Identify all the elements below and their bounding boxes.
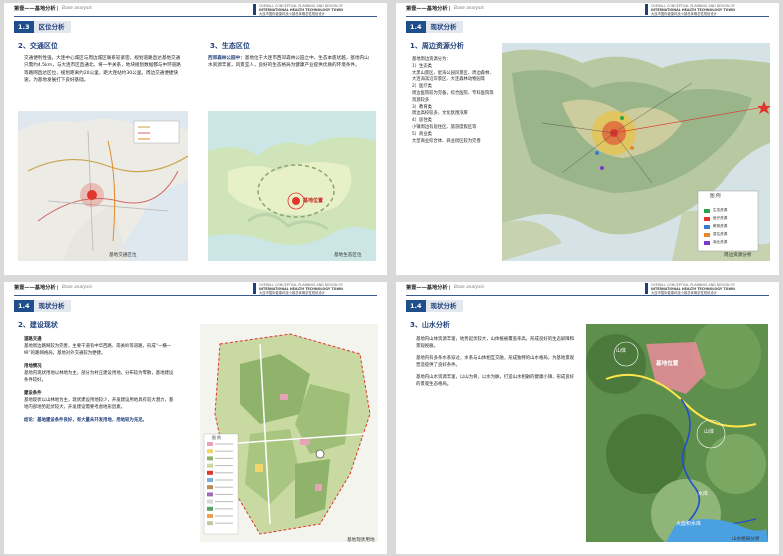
legend-swatch [207, 456, 213, 461]
page-landscape-analysis: 第壹——基地分析 Base analysis OVERALL CONCEPTUA… [396, 282, 779, 554]
eco-location-map: 基地位置 [208, 111, 376, 261]
legend-item: 生态资源 [713, 207, 728, 212]
section-tag: 1.4 现状分析 [406, 21, 463, 33]
legend-line [215, 501, 233, 503]
section-tag: 1.4 现状分析 [14, 300, 71, 312]
legend-swatch [207, 506, 213, 511]
label-mountain-2: 山体 [704, 429, 715, 435]
legend-line [215, 472, 233, 474]
legend-title: 图 例 [710, 194, 721, 199]
surrounding-resources-map: 图 例 生态资源 医疗资源 教育资源 居住资源 商业资源 [502, 43, 770, 261]
legend-line [215, 457, 233, 459]
legend-line [215, 443, 233, 445]
chapter-title-en: Base analysis [57, 5, 92, 11]
page-surrounding-resources: 第壹——基地分析 Base analysis OVERALL CONCEPTUA… [396, 3, 779, 275]
landscape-text: 基地内山体资源丰富，地势起伏较大，山体植被覆盖率高，形成良好的生态屏障和景观视廊… [416, 337, 575, 387]
page-header: 第壹——基地分析 Base analysis OVERALL CONCEPTUA… [396, 3, 779, 16]
section-tag: 1.4 现状分析 [406, 300, 463, 312]
chapter-title-en: Base analysis [449, 284, 484, 290]
project-bar [253, 4, 256, 15]
project-title: OVERALL CONCEPTUAL PLANNING AND DESIGN O… [645, 283, 769, 295]
legend-swatch [207, 463, 213, 468]
header-rule [406, 295, 769, 296]
chapter-title-en: Base analysis [57, 284, 92, 290]
header-rule [14, 16, 377, 17]
resources-map-svg [502, 43, 770, 261]
legend-line [215, 450, 233, 452]
eco-map-caption: 基地生态区位 [334, 253, 362, 258]
page-header: 第壹——基地分析 Base analysis OVERALL CONCEPTUA… [396, 282, 779, 295]
chapter-title: 第壹——基地分析 [14, 6, 56, 12]
land-use-map-caption: 基地现状用地 [347, 538, 375, 543]
resources-list: 基地周边资源分为： 1）生态类 大黑山景区、星海公园风景区、周边森林、大连海滨沿… [412, 57, 494, 144]
legend-swatch [207, 478, 213, 482]
traffic-heading: 2、交通区位 [18, 42, 58, 50]
legend-item: 商业资源 [713, 239, 728, 244]
landscape-map-svg [586, 324, 768, 542]
project-title: OVERALL CONCEPTUAL PLANNING AND DESIGN O… [253, 283, 377, 295]
legend-swatch [207, 442, 213, 446]
legend-line [215, 493, 233, 495]
chapter-title: 第壹——基地分析 [406, 6, 448, 12]
legend-item: 医疗资源 [713, 215, 728, 220]
site-marker-label: 基地位置 [303, 198, 324, 204]
legend-title: 图 例 [212, 435, 221, 440]
project-title: OVERALL CONCEPTUAL PLANNING AND DESIGN O… [253, 4, 377, 16]
page-header: 第壹——基地分析 Base analysis OVERALL CONCEPTUA… [4, 3, 387, 16]
legend-line [215, 486, 233, 488]
land-use-status-map: 图 例 [200, 324, 378, 542]
landscape-heading: 3、山水分析 [410, 321, 450, 329]
construction-summary: 结论：基地建设条件良好，有大量未开发用地，用地较为充足。 [24, 418, 147, 423]
legend-swatch [207, 485, 213, 490]
project-title: OVERALL CONCEPTUAL PLANNING AND DESIGN O… [645, 4, 769, 16]
legend-swatch [207, 514, 213, 518]
traffic-map-svg [18, 111, 188, 261]
page-construction-status: 第壹——基地分析 Base analysis OVERALL CONCEPTUA… [4, 282, 387, 554]
legend-line [215, 522, 233, 524]
legend-line [215, 515, 233, 517]
legend-swatch [207, 499, 213, 504]
legend-swatch [207, 470, 213, 475]
legend-line [215, 465, 233, 467]
chapter-title: 第壹——基地分析 [406, 285, 448, 291]
landscape-map: 山体 基地位置 山体 水库 大面积水库 [586, 324, 768, 542]
legend-swatch [207, 449, 213, 454]
label-site: 基地位置 [656, 361, 679, 367]
traffic-map-caption: 基地交通区位 [109, 253, 137, 258]
landscape-map-caption: 山水格局分析 [732, 537, 760, 542]
construction-heading: 2、建设现状 [18, 321, 58, 329]
page-location-analysis: 第壹——基地分析 Base analysis OVERALL CONCEPTUA… [4, 3, 387, 275]
label-mountain-1: 山体 [616, 348, 627, 354]
legend-line [215, 479, 233, 481]
label-reservoir: 水库 [698, 491, 709, 497]
label-large-reservoir: 大面积水库 [676, 521, 702, 527]
legend-swatch [207, 492, 213, 497]
eco-map-svg [208, 111, 376, 261]
resources-map-caption: 周边资源分析 [724, 253, 752, 258]
land-use-map-svg [200, 324, 378, 542]
legend-item: 居住资源 [713, 231, 728, 236]
eco-heading: 3、生态区位 [210, 42, 250, 50]
traffic-text: 交通便利性强，大连中心城区与周边城区联系较紧密。规划道路直达基地交通只需约4.5… [24, 56, 181, 84]
resources-heading: 1、周边资源分析 [410, 42, 464, 50]
section-tag: 1.3 区位分析 [14, 21, 71, 33]
header-rule [14, 295, 377, 296]
header-rule [406, 16, 769, 17]
eco-text: 西郊森林公园中：基地位于大连市西郊森林公园之中，生态本底优越，基地内山水资源丰富… [208, 56, 369, 69]
construction-text: 道路交通 基地周边路网较为完善，主要干道有中华西路、南关岭等道路，形成“一横一纵… [24, 337, 174, 423]
page-header: 第壹——基地分析 Base analysis OVERALL CONCEPTUA… [4, 282, 387, 295]
chapter-title-en: Base analysis [449, 5, 484, 11]
legend-item: 教育资源 [713, 223, 728, 228]
legend-line [215, 508, 233, 510]
chapter-title: 第壹——基地分析 [14, 285, 56, 291]
legend-swatch [207, 521, 213, 526]
traffic-location-map [18, 111, 188, 261]
